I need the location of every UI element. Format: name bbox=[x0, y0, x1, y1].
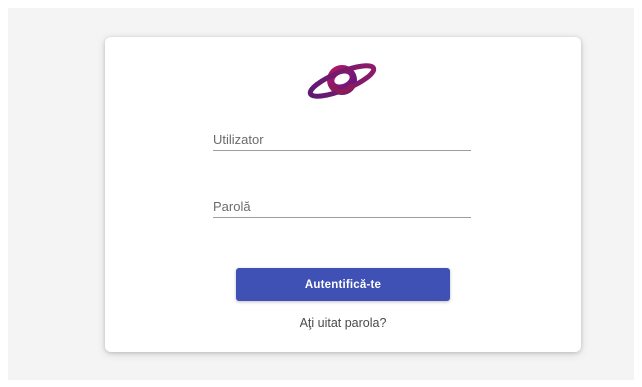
username-field bbox=[213, 121, 471, 155]
password-input[interactable] bbox=[213, 188, 471, 218]
login-card: Autentifică-te Aţi uitat parola? bbox=[105, 37, 581, 352]
login-button[interactable]: Autentifică-te bbox=[236, 268, 450, 301]
password-field bbox=[213, 188, 471, 222]
username-input[interactable] bbox=[213, 121, 471, 151]
planet-logo-icon bbox=[304, 55, 380, 105]
forgot-password-link[interactable]: Aţi uitat parola? bbox=[105, 316, 581, 330]
username-underline bbox=[213, 150, 471, 151]
password-underline bbox=[213, 217, 471, 218]
